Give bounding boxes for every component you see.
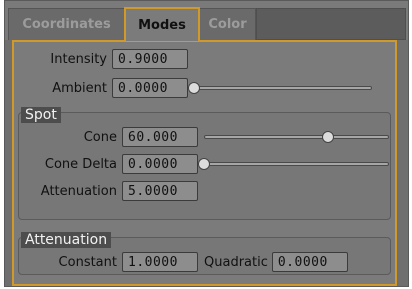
quadratic-field[interactable]: 0.0000 — [271, 252, 348, 272]
constant-field[interactable]: 1.0000 — [122, 252, 198, 272]
cone-delta-row: Cone Delta 0.0000 — [19, 153, 389, 175]
intensity-label: Intensity — [50, 51, 107, 67]
cone-delta-slider[interactable] — [198, 157, 389, 171]
cone-delta-slider-thumb[interactable] — [198, 158, 210, 170]
cone-delta-slider-track — [204, 162, 389, 166]
spot-group-title: Spot — [21, 107, 61, 123]
cone-delta-label: Cone Delta — [44, 156, 117, 172]
attenuation-group-title: Attenuation — [21, 232, 112, 248]
spot-attenuation-field[interactable]: 5.0000 — [122, 181, 198, 201]
light-properties-panel: Coordinates Modes Color Intensity 0.9000… — [4, 0, 409, 287]
ambient-label: Ambient — [52, 80, 107, 96]
tab-modes[interactable]: Modes — [124, 7, 200, 41]
cone-label: Cone — [83, 129, 117, 145]
ambient-row: Ambient 0.0000 — [14, 77, 372, 99]
quadratic-label: Quadratic — [204, 254, 268, 270]
tab-coordinates[interactable]: Coordinates — [8, 8, 125, 40]
tab-bar-filler — [256, 8, 406, 40]
tab-bar: Coordinates Modes Color — [5, 1, 408, 41]
cone-field[interactable]: 60.000 — [122, 127, 198, 147]
spot-attenuation-label: Attenuation — [40, 183, 117, 199]
cone-slider-thumb[interactable] — [321, 131, 334, 143]
ambient-slider-track — [194, 86, 372, 90]
spot-group: Spot Cone 60.000 Cone Delta 0.0000 Atten… — [18, 107, 391, 220]
ambient-field[interactable]: 0.0000 — [112, 78, 188, 98]
cone-row: Cone 60.000 — [19, 126, 389, 148]
cone-slider[interactable] — [204, 130, 389, 144]
ambient-slider-thumb[interactable] — [188, 82, 200, 94]
attenuation-group: Attenuation Constant 1.0000 Quadratic 0.… — [18, 232, 391, 275]
spot-attenuation-row: Attenuation 5.0000 — [19, 180, 198, 202]
cone-slider-track — [204, 135, 389, 139]
cone-delta-field[interactable]: 0.0000 — [122, 154, 198, 174]
intensity-row: Intensity 0.9000 — [14, 48, 188, 70]
attenuation-coefficients-row: Constant 1.0000 Quadratic 0.0000 — [19, 251, 348, 273]
intensity-field[interactable]: 0.9000 — [112, 49, 188, 69]
tab-color[interactable]: Color — [199, 8, 256, 40]
constant-label: Constant — [58, 254, 117, 270]
modes-tab-content: Intensity 0.9000 Ambient 0.0000 Spot Con… — [12, 40, 397, 286]
ambient-slider[interactable] — [188, 81, 372, 95]
